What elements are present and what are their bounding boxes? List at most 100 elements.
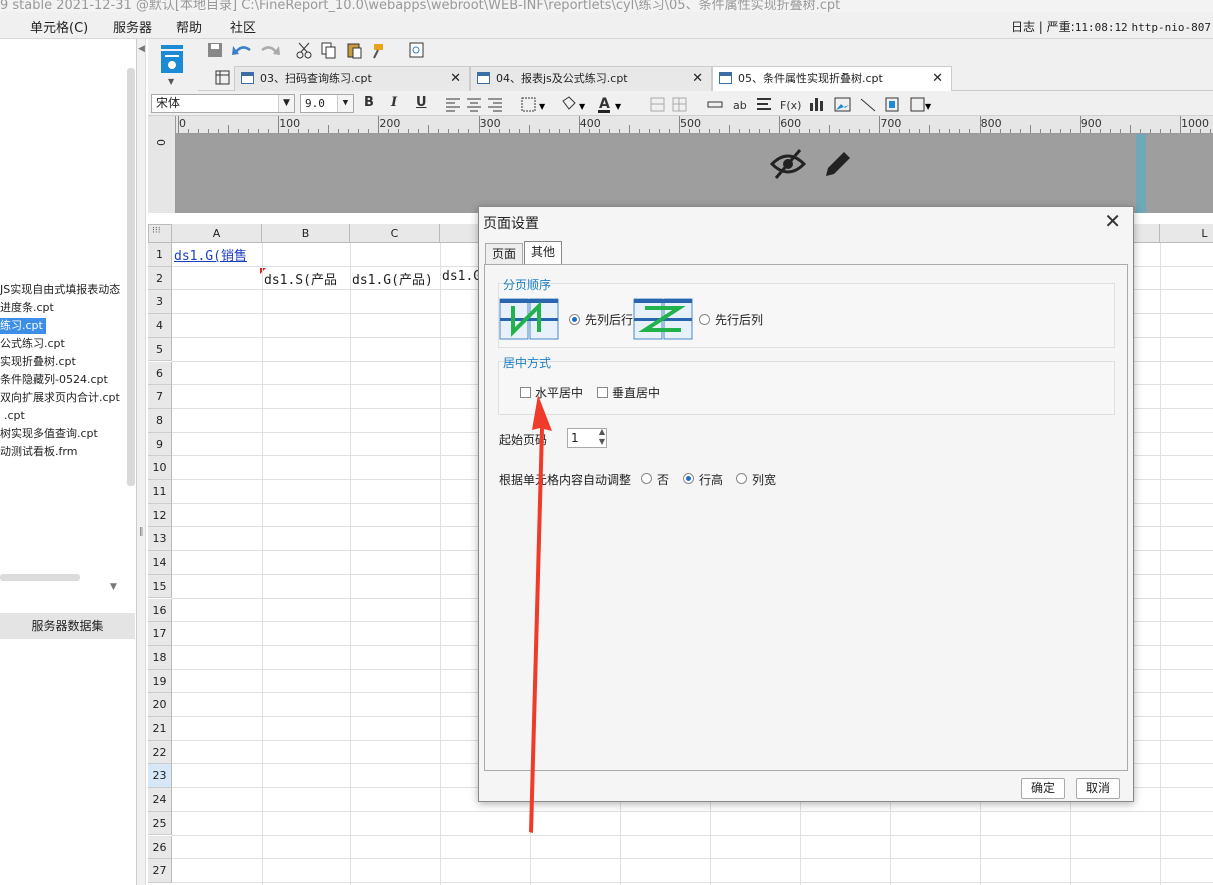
row-header[interactable]: 15 <box>148 574 172 599</box>
ok-button[interactable]: 确定 <box>1021 778 1065 799</box>
split-cells-icon[interactable] <box>672 97 687 112</box>
select-all-corner[interactable]: ⁝⁝⁝ <box>148 224 172 243</box>
tree-horizontal-scrollbar[interactable] <box>0 574 80 581</box>
column-header-a[interactable]: A <box>172 224 262 243</box>
tree-vertical-scrollbar[interactable] <box>127 68 135 486</box>
row-first-radio[interactable] <box>699 314 710 325</box>
insert-row-icon[interactable] <box>707 101 723 108</box>
log-link[interactable]: 日志 <box>1011 20 1035 34</box>
row-header[interactable]: 9 <box>148 432 172 457</box>
row-header[interactable]: 2 <box>148 266 172 291</box>
row-header[interactable]: 6 <box>148 361 172 386</box>
merge-cells-icon[interactable] <box>650 97 665 112</box>
row-header[interactable]: 5 <box>148 337 172 362</box>
adjust-row-height-radio[interactable] <box>683 473 694 484</box>
cell-d2[interactable]: ds1.G <box>442 269 481 284</box>
tree-item[interactable]: JS实现自由式填报表动态 <box>0 282 120 298</box>
chevron-down-icon[interactable]: ▼ <box>278 95 294 112</box>
row-header[interactable]: 11 <box>148 480 172 504</box>
logo-dropdown-icon[interactable]: ▼ <box>168 77 174 86</box>
tab-other[interactable]: 其他 <box>524 241 563 265</box>
tree-item[interactable]: 条件隐藏列-0524.cpt <box>0 372 108 388</box>
text-color-icon[interactable]: A ▼ <box>598 96 622 113</box>
italic-button[interactable]: I <box>391 95 397 110</box>
row-header[interactable]: 7 <box>148 385 172 409</box>
close-tab-icon[interactable]: ✕ <box>450 67 461 90</box>
row-header[interactable]: 13 <box>148 527 172 552</box>
adjust-col-width-radio[interactable] <box>736 473 747 484</box>
row-header[interactable]: 4 <box>148 314 172 338</box>
row-header[interactable]: 1 <box>148 243 172 267</box>
slash-icon[interactable] <box>860 98 876 112</box>
tree-item[interactable]: 树实现多值查询.cpt <box>0 426 98 442</box>
align-center-icon[interactable] <box>467 98 481 112</box>
panel-splitter[interactable]: ◀ ‖ <box>137 39 146 885</box>
tab-page[interactable]: 页面 <box>485 243 524 265</box>
row-header[interactable]: 25 <box>148 811 172 836</box>
chevron-down-icon[interactable]: ▼ <box>337 95 353 112</box>
row-header[interactable]: 20 <box>148 693 172 717</box>
start-page-spinner[interactable]: 1 ▲ ▼ <box>567 427 607 448</box>
column-header-b[interactable]: B <box>262 224 350 243</box>
underline-button[interactable]: U <box>416 95 427 110</box>
image-icon[interactable] <box>834 97 851 112</box>
row-header[interactable]: 10 <box>148 456 172 480</box>
close-icon[interactable]: ✕ <box>1104 209 1121 233</box>
tree-item[interactable]: 双向扩展求页内合计.cpt <box>0 390 120 406</box>
row-header[interactable]: 8 <box>148 408 172 433</box>
hide-eye-icon[interactable] <box>770 148 806 180</box>
v-center-checkbox[interactable] <box>597 387 608 398</box>
preview-search-icon[interactable] <box>409 42 424 58</box>
close-tab-icon[interactable]: ✕ <box>692 67 703 90</box>
menu-help[interactable]: 帮助 <box>176 17 202 36</box>
col-first-radio[interactable] <box>569 314 580 325</box>
row-header[interactable]: 16 <box>148 598 172 623</box>
column-header-c[interactable]: C <box>350 224 440 243</box>
save-icon[interactable] <box>208 43 222 57</box>
menu-cell[interactable]: 单元格(C) <box>30 17 88 36</box>
border-icon[interactable]: ▼ <box>521 97 546 112</box>
widget-icon[interactable]: ▼ <box>910 97 932 112</box>
bold-button[interactable]: B <box>364 95 374 110</box>
row-header[interactable]: 24 <box>148 788 172 812</box>
edit-pencil-icon[interactable] <box>822 148 854 180</box>
cell-a1[interactable]: ds1.G(销售 <box>174 245 247 264</box>
tab-file-04[interactable]: 04、报表js及公式练习.cpt ✕ <box>470 66 712 91</box>
font-family-select[interactable]: 宋体 ▼ <box>151 94 295 113</box>
row-header[interactable]: 22 <box>148 740 172 765</box>
tree-item-selected[interactable]: 练习.cpt <box>0 318 46 334</box>
spin-up-icon[interactable]: ▲ <box>599 427 605 436</box>
tree-item[interactable]: 进度条.cpt <box>0 300 54 316</box>
tree-item[interactable]: 实现折叠树.cpt <box>0 354 76 370</box>
row-header[interactable]: 14 <box>148 551 172 575</box>
collapse-left-icon[interactable]: ◀ <box>138 44 145 54</box>
format-painter-icon[interactable] <box>373 44 383 59</box>
redo-icon[interactable] <box>261 46 280 55</box>
cell-c2[interactable]: ds1.G(产品) <box>352 269 433 288</box>
tab-file-03[interactable]: 03、扫码查询练习.cpt ✕ <box>234 66 470 91</box>
text-ab-icon[interactable]: ab <box>733 99 747 112</box>
row-header[interactable]: 19 <box>148 669 172 694</box>
row-header[interactable]: 12 <box>148 503 172 528</box>
menu-server[interactable]: 服务器 <box>113 17 152 36</box>
cut-icon[interactable] <box>296 42 312 59</box>
menu-community[interactable]: 社区 <box>230 17 256 36</box>
grid-layout-icon[interactable] <box>215 70 231 86</box>
report-logo-icon[interactable] <box>158 43 188 77</box>
formula-icon[interactable]: F(x) <box>780 99 801 112</box>
row-header[interactable]: 26 <box>148 835 172 860</box>
cancel-button[interactable]: 取消 <box>1076 778 1120 799</box>
copy-icon[interactable] <box>321 42 336 59</box>
tree-item[interactable]: 公式练习.cpt <box>0 336 65 352</box>
align-right-icon[interactable] <box>488 98 502 112</box>
server-dataset-header[interactable]: 服务器数据集 <box>0 613 135 639</box>
tab-file-05[interactable]: 05、条件属性实现折叠树.cpt ✕ <box>712 66 952 91</box>
chart-icon[interactable] <box>810 98 823 111</box>
row-header[interactable]: 27 <box>148 859 172 883</box>
undo-icon[interactable] <box>232 46 251 55</box>
row-header[interactable]: 21 <box>148 717 172 741</box>
tree-item[interactable]: .cpt <box>4 408 25 424</box>
row-header[interactable]: 23 <box>148 764 172 789</box>
collapse-down-icon[interactable]: ▼ <box>110 582 117 592</box>
splitter-grip-icon[interactable]: ‖ <box>139 527 144 537</box>
